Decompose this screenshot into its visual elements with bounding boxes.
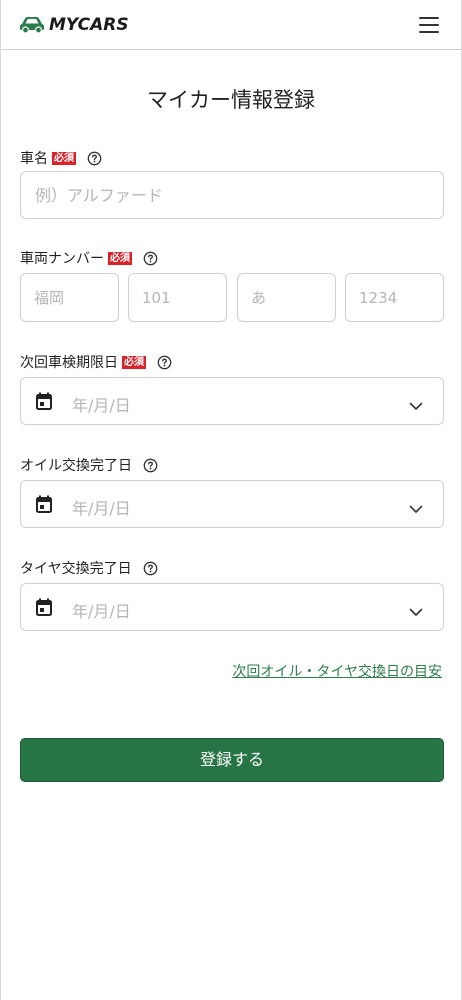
car-icon bbox=[20, 17, 44, 34]
plate-label: 車両ナンバー bbox=[20, 251, 104, 267]
inspection-date-field[interactable]: 年/月/日 bbox=[20, 377, 444, 425]
logo[interactable]: MYCARS bbox=[19, 14, 129, 36]
plate-class-input[interactable] bbox=[128, 273, 227, 322]
question-circle-icon[interactable] bbox=[143, 458, 158, 473]
oil-date-placeholder: 年/月/日 bbox=[72, 499, 131, 518]
register-button[interactable]: 登録する bbox=[20, 738, 444, 782]
required-badge: 必須 bbox=[108, 251, 132, 265]
calendar-icon bbox=[35, 598, 53, 621]
question-circle-icon[interactable] bbox=[87, 151, 102, 166]
tire-date-placeholder: 年/月/日 bbox=[72, 602, 131, 621]
exchange-guide-link[interactable]: 次回オイル・タイヤ交換日の目安 bbox=[232, 661, 442, 681]
plate-region-input[interactable] bbox=[20, 273, 119, 322]
tire-date-field[interactable]: 年/月/日 bbox=[20, 583, 444, 631]
tire-date-label: タイヤ交換完了日 bbox=[20, 561, 132, 577]
chevron-down-icon bbox=[409, 396, 423, 415]
car-name-input[interactable] bbox=[20, 171, 444, 219]
oil-date-label: オイル交換完了日 bbox=[20, 458, 132, 474]
question-circle-icon[interactable] bbox=[157, 355, 172, 370]
inspection-date-placeholder: 年/月/日 bbox=[72, 396, 131, 415]
logo-text: MYCARS bbox=[49, 15, 129, 35]
app-header: MYCARS bbox=[1, 0, 461, 50]
chevron-down-icon bbox=[409, 499, 423, 518]
plate-number-input[interactable] bbox=[345, 273, 444, 322]
car-name-label-row: 車名 必須 bbox=[20, 148, 102, 168]
car-name-label: 車名 bbox=[20, 151, 48, 167]
calendar-icon bbox=[35, 392, 53, 415]
plate-label-row: 車両ナンバー 必須 bbox=[20, 248, 158, 268]
plate-kana-input[interactable] bbox=[237, 273, 336, 322]
question-circle-icon[interactable] bbox=[143, 561, 158, 576]
hamburger-menu-icon[interactable] bbox=[419, 16, 441, 34]
question-circle-icon[interactable] bbox=[143, 251, 158, 266]
inspection-date-label-row: 次回車検期限日 必須 bbox=[20, 352, 172, 372]
calendar-icon bbox=[35, 495, 53, 518]
oil-date-field[interactable]: 年/月/日 bbox=[20, 480, 444, 528]
chevron-down-icon bbox=[409, 602, 423, 621]
inspection-date-label: 次回車検期限日 bbox=[20, 355, 118, 371]
required-badge: 必須 bbox=[52, 151, 76, 165]
required-badge: 必須 bbox=[122, 355, 146, 369]
page-title: マイカー情報登録 bbox=[147, 88, 315, 112]
tire-date-label-row: タイヤ交換完了日 bbox=[20, 558, 158, 578]
oil-date-label-row: オイル交換完了日 bbox=[20, 455, 158, 475]
